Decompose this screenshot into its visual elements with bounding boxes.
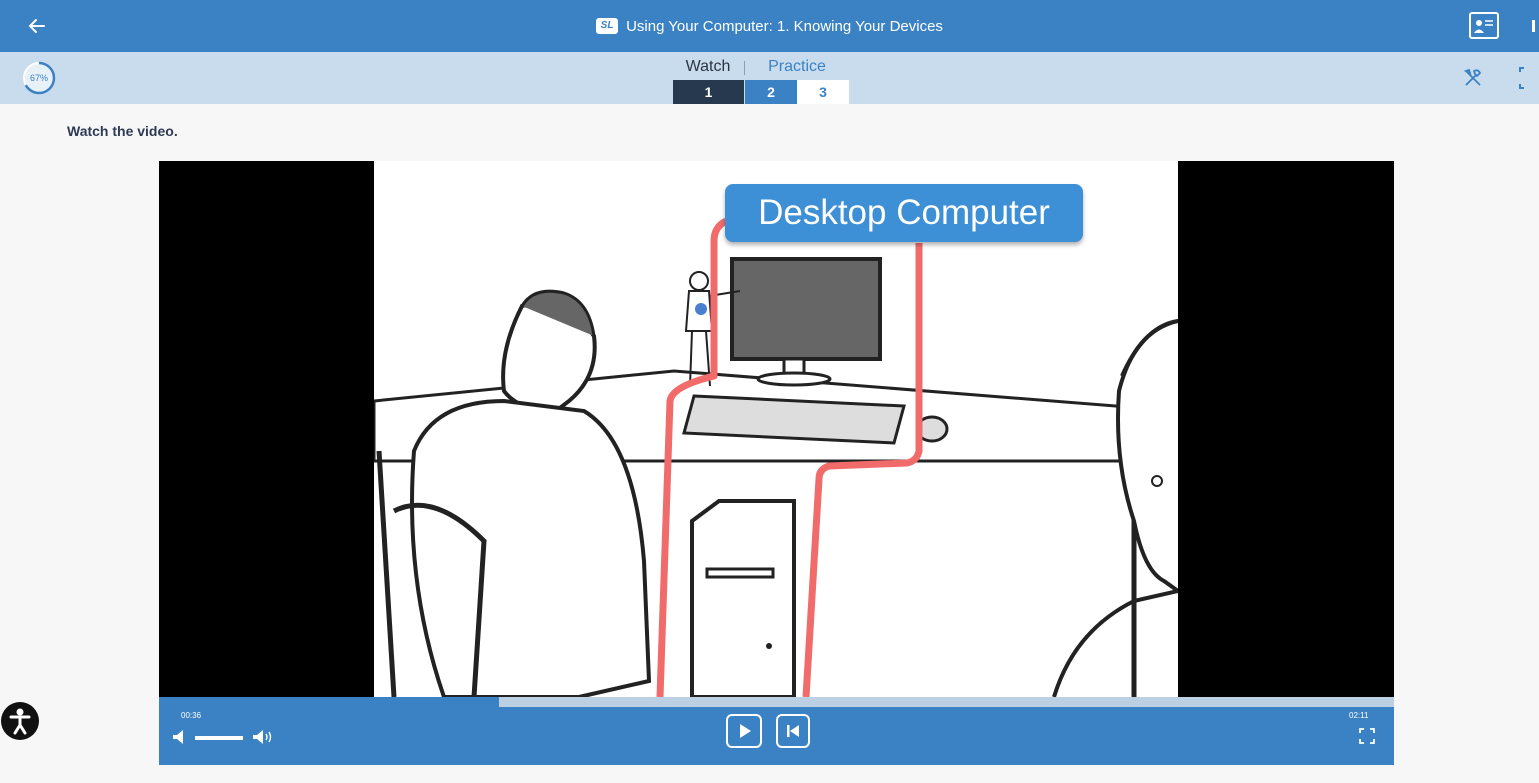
play-button[interactable]	[726, 714, 762, 748]
title-bar: SL Using Your Computer: 1. Knowing Your …	[0, 0, 1539, 52]
tools-icon	[1463, 68, 1482, 86]
video-frame-illustration: Desktop Computer	[372, 161, 1180, 697]
volume-down-button[interactable]	[171, 728, 189, 746]
video-player[interactable]: Desktop Computer	[159, 161, 1394, 697]
tools-button[interactable]	[1461, 66, 1485, 90]
volume-slider[interactable]	[195, 736, 243, 740]
expand-button[interactable]	[1518, 66, 1532, 90]
page-title: Using Your Computer: 1. Knowing Your Dev…	[626, 17, 943, 35]
current-time: 00:36	[181, 711, 202, 720]
desktop-computer-callout: Desktop Computer	[725, 184, 1083, 242]
speaker-loud-icon	[253, 730, 272, 744]
video-controls: 00:36 02:11	[159, 707, 1394, 765]
accessibility-icon	[9, 708, 31, 735]
step-2-button[interactable]: 2	[745, 80, 797, 104]
video-seek-bar[interactable]	[159, 697, 1394, 707]
slides-button[interactable]	[1469, 12, 1499, 39]
skip-back-icon	[787, 725, 799, 737]
watch-label: Watch	[685, 58, 731, 75]
step-1-button[interactable]: 1	[673, 80, 744, 104]
restart-button[interactable]	[776, 714, 810, 748]
presentation-icon	[1474, 20, 1493, 33]
total-time: 02:11	[1349, 711, 1369, 720]
speaker-icon	[173, 730, 183, 744]
fullscreen-button[interactable]	[1358, 727, 1376, 745]
progress-indicator[interactable]: 67%	[22, 61, 56, 95]
accessibility-button[interactable]	[1, 702, 39, 740]
progress-bar-area: 67% Watch Practice 1 2 3	[0, 52, 1539, 104]
title-group: SL Using Your Computer: 1. Knowing Your …	[0, 0, 1539, 52]
step-navigator: Watch Practice 1 2 3	[673, 56, 849, 104]
edge-icon	[1532, 20, 1535, 32]
expand-icon	[1519, 67, 1524, 89]
instruction-text: Watch the video.	[67, 123, 178, 139]
play-icon	[740, 724, 751, 738]
practice-label: Practice	[768, 58, 826, 75]
logo: SL	[596, 18, 619, 34]
progress-percent: 67%	[29, 73, 48, 83]
step-3-button[interactable]: 3	[797, 80, 849, 104]
fullscreen-icon	[1359, 728, 1375, 744]
video-seek-progress	[159, 697, 499, 707]
volume-up-button[interactable]	[251, 728, 279, 746]
